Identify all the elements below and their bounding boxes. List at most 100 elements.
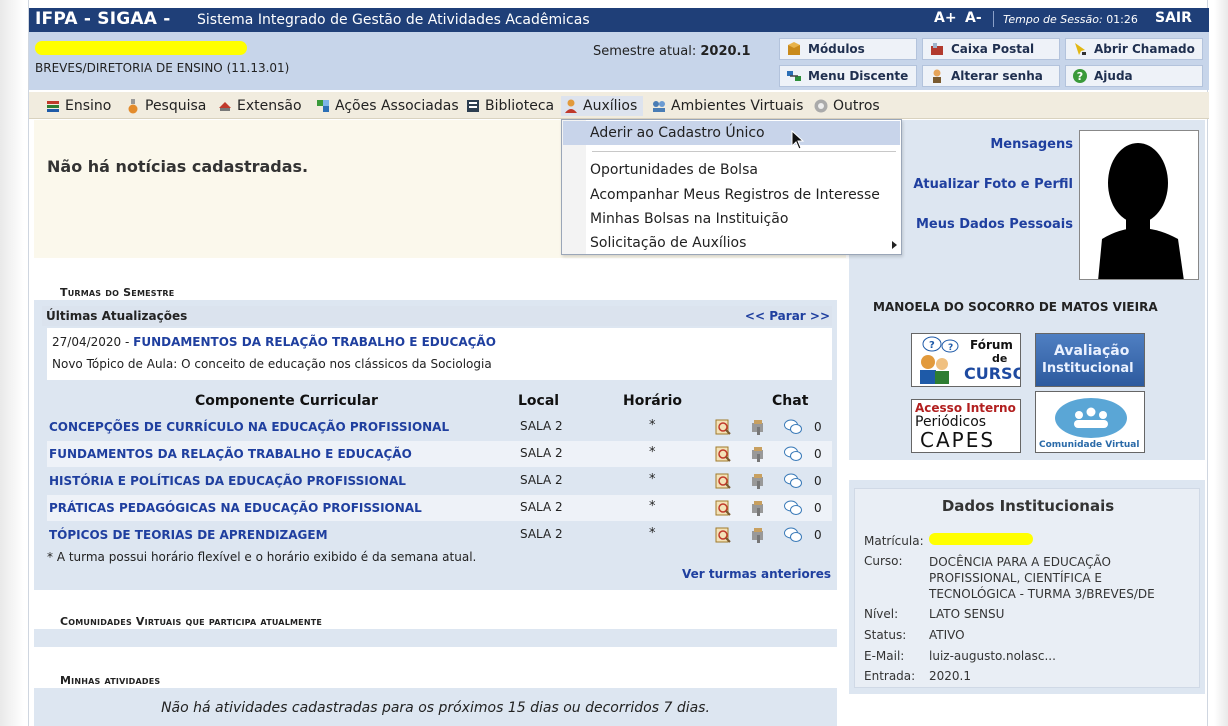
forum-icon[interactable] [749, 499, 767, 517]
chat-icon[interactable] [783, 472, 803, 490]
mailbox-button[interactable]: Caixa Postal [922, 38, 1060, 60]
main-menu-bar: Ensino Pesquisa Extensão Ações Associada… [29, 92, 1209, 119]
menu-ensino[interactable]: Ensino [43, 96, 111, 116]
news-empty-message: Não há notícias cadastradas. [47, 157, 309, 176]
forum-curso-banner[interactable]: ? ? Fórum de CURSO [911, 333, 1021, 387]
view-class-icon[interactable] [714, 499, 732, 517]
chat-count: 0 [814, 474, 822, 488]
student-name-band: MANOELA DO SOCORRO DE MATOS VIEIRA [849, 288, 1205, 324]
session-timer: Tempo de Sessão: 01:26 [1003, 13, 1138, 26]
student-menu-button[interactable]: Menu Discente [779, 65, 917, 87]
page-margin-right [1214, 0, 1228, 726]
student-menu-icon [787, 71, 801, 81]
font-decrease-button[interactable]: A- [965, 10, 982, 26]
modules-button[interactable]: Módulos [779, 38, 917, 60]
chat-count: 0 [814, 420, 822, 434]
dropdown-item-minhas-bolsas[interactable]: Minhas Bolsas na Instituição [590, 211, 788, 227]
table-row: TÓPICOS DE TEORIAS DE APRENDIZAGEM SALA 2… [47, 522, 832, 548]
forum-banner-text-3: CURSO [964, 364, 1021, 383]
help-icon: ? [1073, 69, 1087, 83]
chat-icon[interactable] [783, 418, 803, 436]
update-photo-link[interactable]: Atualizar Foto e Perfil [913, 177, 1073, 192]
topbar-divider [993, 11, 994, 27]
menu-ambientes-virtuais[interactable]: Ambientes Virtuais [649, 96, 803, 116]
capes-banner-text-1: Acesso Interno [915, 401, 1016, 415]
activities-panel: Não há atividades cadastradas para os pr… [34, 688, 837, 726]
comunidade-virtual-banner[interactable]: Comunidade Virtual [1035, 391, 1145, 453]
help-button[interactable]: ? Ajuda [1065, 65, 1203, 87]
change-password-button[interactable]: Alterar senha [922, 65, 1060, 87]
class-name-link[interactable]: PRÁTICAS PEDAGÓGICAS NA EDUCAÇÃO PROFISS… [49, 501, 422, 515]
forum-icon[interactable] [749, 472, 767, 490]
forum-icon[interactable] [749, 445, 767, 463]
updates-title: Últimas Atualizações [46, 309, 188, 323]
forum-icon[interactable] [749, 418, 767, 436]
menu-outros[interactable]: Outros [811, 96, 880, 116]
update-text: Novo Tópico de Aula: O conceito de educa… [52, 357, 492, 371]
menu-extensao[interactable]: Extensão [215, 96, 302, 116]
forum-banner-text-1: Fórum [970, 338, 1013, 352]
open-ticket-button[interactable]: Abrir Chamado [1065, 38, 1203, 60]
class-schedule: * [649, 499, 656, 514]
label-entrada: Entrada: [864, 669, 916, 683]
communities-section-title: Comunidades Virtuais que participa atual… [60, 615, 323, 628]
update-course-link[interactable]: FUNDAMENTOS DA RELAÇÃO TRABALHO E EDUCAÇ… [133, 335, 496, 349]
class-name-link[interactable]: FUNDAMENTOS DA RELAÇÃO TRABALHO E EDUCAÇ… [49, 447, 412, 461]
view-class-icon[interactable] [714, 472, 732, 490]
view-class-icon[interactable] [714, 418, 732, 436]
avaliacao-institucional-banner[interactable]: Avaliação Institucional [1035, 333, 1145, 387]
turmas-footnote: * A turma possui horário flexível e o ho… [47, 550, 477, 564]
current-semester: Semestre atual: 2020.1 [593, 44, 751, 59]
user-unit: BREVES/DIRETORIA DE ENSINO (11.13.01) [35, 61, 290, 75]
chat-icon[interactable] [783, 445, 803, 463]
books-icon [47, 101, 59, 112]
stop-ticker-link[interactable]: << Parar >> [745, 309, 830, 323]
user-info-bar: BREVES/DIRETORIA DE ENSINO (11.13.01) Se… [29, 32, 1209, 90]
menu-auxilios[interactable]: Auxílios [561, 96, 643, 116]
svg-text:?: ? [1077, 70, 1083, 83]
puzzle-icon [317, 100, 329, 112]
avatar-silhouette-icon [1080, 131, 1198, 279]
previous-classes-link[interactable]: Ver turmas anteriores [682, 567, 831, 581]
chat-count: 0 [814, 501, 822, 515]
class-name-link[interactable]: TÓPICOS DE TEORIAS DE APRENDIZAGEM [49, 528, 328, 542]
flask-icon [128, 99, 138, 114]
class-location: SALA 2 [520, 527, 563, 541]
capes-periodicos-banner[interactable]: Acesso Interno Periódicos CAPES [911, 399, 1021, 453]
forum-icon[interactable] [749, 526, 767, 544]
class-location: SALA 2 [520, 419, 563, 433]
update-item: 27/04/2020 - FUNDAMENTOS DA RELAÇÃO TRAB… [47, 328, 832, 380]
dropdown-item-acompanhar-registros[interactable]: Acompanhar Meus Registros de Interesse [590, 187, 880, 203]
class-name-link[interactable]: CONCEPÇÕES DE CURRÍCULO NA EDUCAÇÃO PROF… [49, 420, 449, 434]
avaliacao-banner-text-1: Avaliação [1054, 343, 1130, 359]
submenu-arrow-icon [892, 241, 897, 249]
view-class-icon[interactable] [714, 526, 732, 544]
menu-acoes-associadas[interactable]: Ações Associadas [313, 96, 459, 116]
dropdown-item-oportunidades-bolsa[interactable]: Oportunidades de Bolsa [590, 162, 758, 178]
redacted-matricula [929, 533, 1033, 545]
menu-pesquisa[interactable]: Pesquisa [123, 96, 206, 116]
virtual-env-icon [653, 101, 665, 112]
activities-section-title: Minhas atividades [60, 674, 161, 687]
logout-button[interactable]: SAIR [1155, 10, 1192, 26]
personal-data-link[interactable]: Meus Dados Pessoais [916, 217, 1073, 232]
chat-count: 0 [814, 528, 822, 542]
modules-icon [788, 42, 800, 55]
turmas-section-title: Turmas do Semestre [60, 286, 175, 299]
update-headline: 27/04/2020 - FUNDAMENTOS DA RELAÇÃO TRAB… [52, 335, 496, 349]
class-name-link[interactable]: HISTÓRIA E POLÍTICAS DA EDUCAÇÃO PROFISS… [49, 474, 406, 488]
table-row: PRÁTICAS PEDAGÓGICAS NA EDUCAÇÃO PROFISS… [47, 495, 832, 521]
chat-icon[interactable] [783, 499, 803, 517]
font-increase-button[interactable]: A+ [934, 10, 957, 26]
menu-biblioteca[interactable]: Biblioteca [463, 96, 554, 116]
view-class-icon[interactable] [714, 445, 732, 463]
app-name: IFPA - SIGAA - [35, 9, 171, 29]
messages-link[interactable]: Mensagens [990, 137, 1073, 152]
label-nivel: Nível: [864, 607, 899, 621]
chat-icon[interactable] [783, 526, 803, 544]
dropdown-item-aderir-cadastro-unico[interactable]: Aderir ao Cadastro Único [563, 121, 900, 145]
class-schedule: * [649, 472, 656, 487]
dropdown-item-solicitacao-auxilios[interactable]: Solicitação de Auxílios [590, 235, 746, 251]
mailbox-icon [931, 43, 943, 55]
class-location: SALA 2 [520, 473, 563, 487]
